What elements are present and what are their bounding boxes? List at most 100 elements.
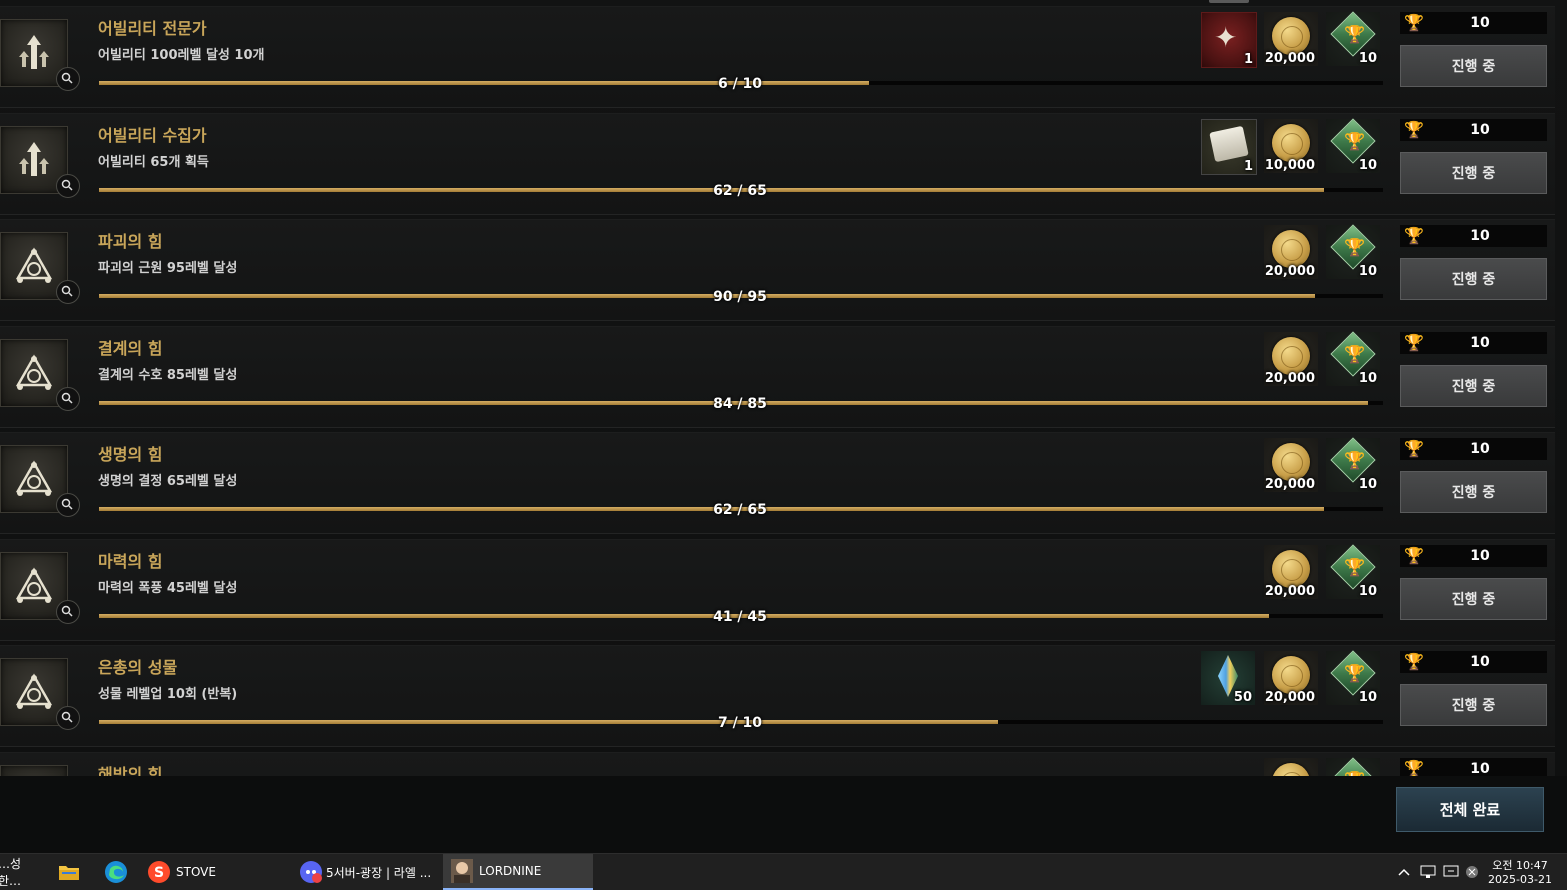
edge-icon: [105, 861, 127, 883]
reward-slot[interactable]: [1264, 758, 1318, 776]
reward-quantity: 20,000: [1264, 584, 1315, 599]
taskbar: …성한… S STOVE 5서버-광장 | 라엘 ... LORDNINE 오전…: [0, 853, 1567, 890]
magnifier-icon: [61, 392, 73, 404]
achievement-row[interactable]: 결계의 힘 결계의 수호 85레벨 달성 84 / 85 20,000 🏆 10 🏆 10 진행…: [0, 326, 1555, 428]
reward-quantity: 10,000: [1264, 158, 1315, 173]
volume-button[interactable]: [1465, 854, 1481, 890]
achievement-title: 결계의 힘: [98, 339, 163, 358]
trophy-icon: 🏆: [1344, 238, 1366, 258]
reward-slot[interactable]: 20,000: [1264, 12, 1318, 66]
magnifier-button[interactable]: [56, 706, 80, 730]
reward-slot[interactable]: 🏆 10: [1326, 650, 1380, 705]
points-value: 10: [1470, 548, 1490, 564]
reward-slot[interactable]: ✦ 1: [1201, 12, 1257, 68]
reward-slot[interactable]: 10,000: [1264, 119, 1318, 173]
reward-slot[interactable]: 20,000: [1264, 332, 1318, 386]
magnifier-button[interactable]: [56, 600, 80, 624]
reward-quantity: 10: [1358, 264, 1377, 279]
reward-quantity: 10: [1358, 477, 1377, 492]
status-button[interactable]: 진행 중: [1400, 258, 1547, 300]
magnifier-button[interactable]: [56, 280, 80, 304]
svg-text:S: S: [154, 865, 164, 881]
magnifier-icon: [61, 72, 73, 84]
reward-slot[interactable]: 1: [1201, 119, 1257, 175]
reward-slot[interactable]: 20,000: [1264, 438, 1318, 492]
achievement-row[interactable]: 생명의 힘 생명의 결정 65레벨 달성 62 / 65 20,000 🏆 10 🏆 10 진행…: [0, 432, 1555, 534]
status-button[interactable]: 진행 중: [1400, 471, 1547, 513]
edge-button[interactable]: [103, 854, 129, 890]
status-button[interactable]: 진행 중: [1400, 365, 1547, 407]
taskbar-truncated-label: …성한…: [0, 857, 22, 888]
folder-icon: [59, 866, 79, 880]
achievement-row[interactable]: 해방의 힘 🏆 🏆10: [0, 752, 1555, 776]
reward-slot[interactable]: 🏆: [1326, 757, 1380, 776]
reward-quantity: 10: [1358, 690, 1377, 705]
gold-coin-icon: [1272, 124, 1310, 162]
reward-slot[interactable]: 🏆 10: [1326, 437, 1380, 492]
points-value: 10: [1470, 335, 1490, 351]
lordnine-icon: [451, 859, 473, 883]
reward-quantity: 20,000: [1264, 51, 1315, 66]
achievement-row[interactable]: 파괴의 힘 파괴의 근원 95레벨 달성 90 / 95 20,000 🏆 10 🏆 10 진행…: [0, 219, 1555, 321]
reward-slot[interactable]: 20,000: [1264, 225, 1318, 279]
taskbar-truncated-item[interactable]: …성한…: [0, 854, 40, 890]
achievement-title: 파괴의 힘: [98, 232, 163, 251]
stove-button[interactable]: S STOVE: [148, 854, 228, 890]
achievement-title: 생명의 힘: [98, 445, 163, 464]
achievement-list[interactable]: 어빌리티 전문가어빌리티 100레벨 달성 10개 6 / 10 ✦ 1 20,000 🏆…: [0, 0, 1567, 776]
status-button[interactable]: 진행 중: [1400, 684, 1547, 726]
lordnine-button[interactable]: LORDNINE: [443, 854, 593, 890]
clock-date[interactable]: 2025-03-21: [1484, 873, 1556, 886]
reward-slot[interactable]: 🏆 10: [1326, 331, 1380, 386]
discord-button[interactable]: 5서버-광장 | 라엘 ...: [300, 854, 440, 890]
achievement-row[interactable]: 마력의 힘 마력의 폭풍 45레벨 달성 41 / 45 20,000 🏆 10 🏆 10 진행…: [0, 539, 1555, 641]
achievement-title: 해방의 힘: [98, 765, 163, 776]
reward-slot[interactable]: 🏆 10: [1326, 11, 1380, 66]
chevron-up-icon: [1398, 868, 1410, 876]
reward-slot[interactable]: 🏆 10: [1326, 224, 1380, 279]
achievement-description: 성물 레벨업 10회 (반복): [98, 687, 238, 702]
reward-slot[interactable]: 50: [1201, 651, 1255, 705]
achievement-title: 어빌리티 전문가: [98, 19, 207, 38]
display-icon: [1443, 865, 1459, 877]
achievement-description: 어빌리티 100레벨 달성 10개: [98, 48, 265, 63]
magnifier-icon: [61, 605, 73, 617]
display-button[interactable]: [1443, 854, 1461, 890]
magnifier-icon: [61, 179, 73, 191]
magnifier-button[interactable]: [56, 387, 80, 411]
tray-overflow-button[interactable]: [1398, 854, 1414, 890]
progress-bar: 6 / 10: [99, 76, 1383, 92]
points-value: 10: [1470, 441, 1490, 457]
magnifier-button[interactable]: [56, 67, 80, 91]
progress-fill: [99, 720, 998, 724]
points-value: 10: [1470, 228, 1490, 244]
file-explorer-button[interactable]: [56, 854, 82, 890]
points-value: 10: [1470, 122, 1490, 138]
achievement-row[interactable]: 은총의 성물 성물 레벨업 10회 (반복) 7 / 10 50 20,000 🏆 10 🏆 1…: [0, 645, 1555, 747]
trophy-icon: 🏆: [1344, 558, 1366, 578]
achievement-description: 결계의 수호 85레벨 달성: [98, 368, 238, 383]
achievement-row[interactable]: 어빌리티 전문가어빌리티 100레벨 달성 10개 6 / 10 ✦ 1 20,000 🏆…: [0, 6, 1555, 108]
reward-slot[interactable]: 🏆 10: [1326, 544, 1380, 599]
reward-quantity: 10: [1358, 371, 1377, 386]
reward-quantity: 50: [1233, 690, 1252, 705]
magnifier-button[interactable]: [56, 493, 80, 517]
reward-slot[interactable]: 🏆 10: [1326, 118, 1380, 173]
achievement-row[interactable]: 어빌리티 수집가 어빌리티 65개 획득 62 / 65 1 10,000 🏆 10 🏆 10 진…: [0, 113, 1555, 215]
reward-slot[interactable]: 20,000: [1264, 651, 1318, 705]
achievement-description: 마력의 폭풍 45레벨 달성: [98, 581, 238, 596]
progress-bar: 62 / 65: [99, 183, 1383, 199]
network-button[interactable]: [1420, 854, 1438, 890]
reward-slot[interactable]: 20,000: [1264, 545, 1318, 599]
status-button[interactable]: 진행 중: [1400, 45, 1547, 87]
clock-time[interactable]: 오전 10:47: [1484, 857, 1556, 873]
progress-text: 6 / 10: [717, 76, 763, 92]
status-button[interactable]: 진행 중: [1400, 578, 1547, 620]
complete-all-button[interactable]: 전체 완료: [1396, 787, 1544, 832]
reward-quantity: 1: [1243, 52, 1253, 67]
points-value: 10: [1470, 654, 1490, 670]
gold-coin-icon: [1272, 230, 1310, 268]
status-button[interactable]: 진행 중: [1400, 152, 1547, 194]
magnifier-button[interactable]: [56, 174, 80, 198]
achievement-title: 은총의 성물: [98, 658, 178, 677]
